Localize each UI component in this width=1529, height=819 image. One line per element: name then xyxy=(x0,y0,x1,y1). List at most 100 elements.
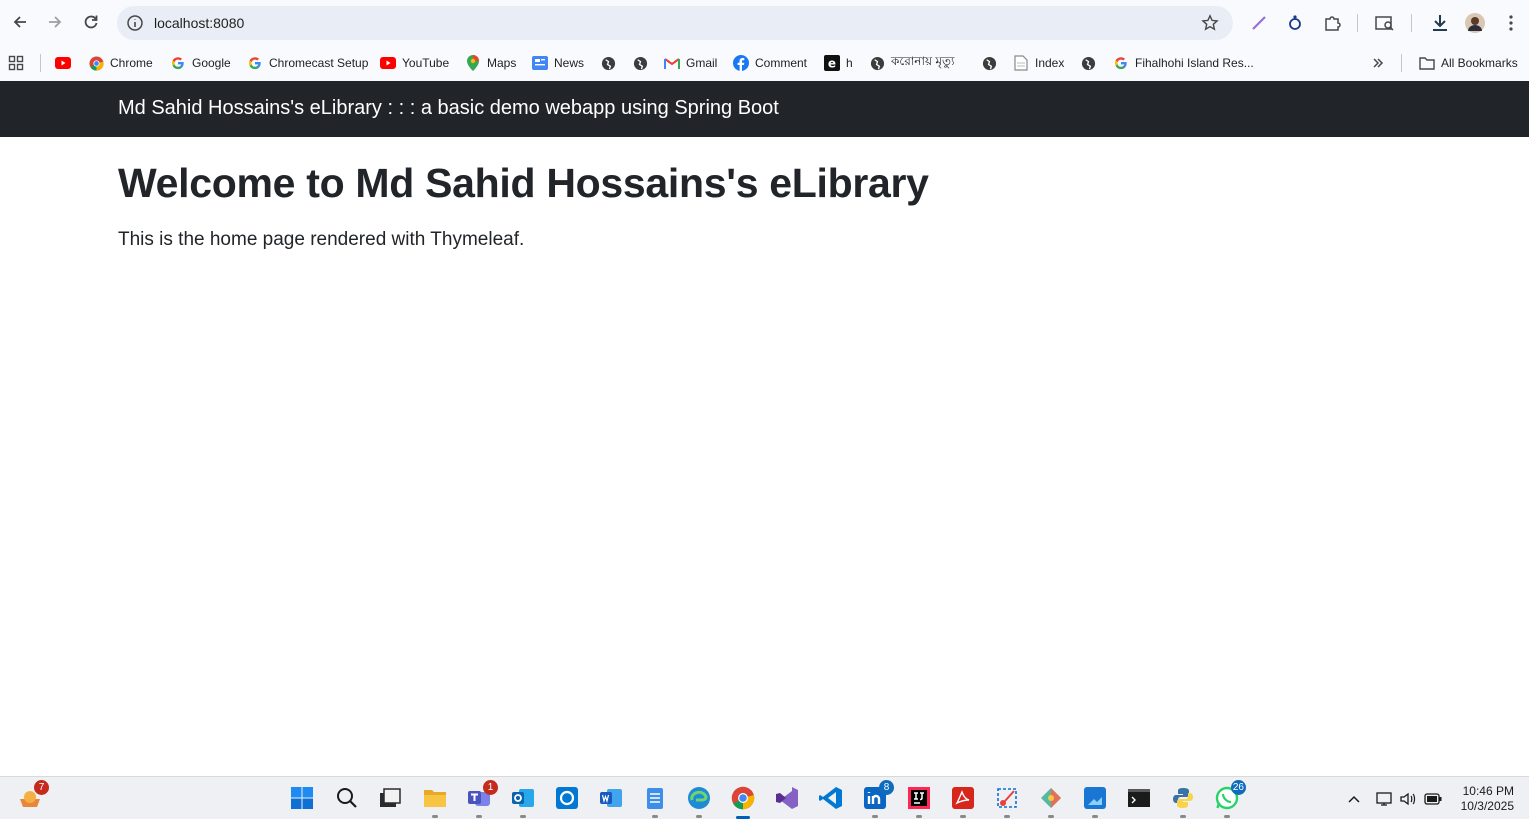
globe-icon xyxy=(869,55,885,71)
task-view-button[interactable] xyxy=(378,786,402,810)
bookmark-label: YouTube xyxy=(402,56,450,70)
accessibility-icon xyxy=(1289,15,1301,30)
network-icon xyxy=(1376,792,1392,806)
show-hidden-icons-button[interactable] xyxy=(1345,790,1363,808)
bookmark-label: Gmail xyxy=(686,56,718,70)
whatsapp-button[interactable]: 26 xyxy=(1215,780,1246,818)
vscode-button[interactable] xyxy=(819,786,843,810)
start-button[interactable] xyxy=(290,786,314,810)
bookmarks-overflow-button[interactable] xyxy=(1371,53,1385,73)
downloads-button[interactable] xyxy=(1429,12,1451,34)
puzzle-icon xyxy=(1325,16,1341,31)
paint-button[interactable] xyxy=(1083,786,1107,818)
reload-button[interactable] xyxy=(80,11,102,33)
globe-icon xyxy=(981,55,997,71)
bookmark-star-icon[interactable] xyxy=(1201,14,1219,32)
bookmark-youtube[interactable]: YouTube xyxy=(380,53,449,73)
whatsapp-badge: 26 xyxy=(1230,780,1246,795)
globe-icon xyxy=(600,55,616,71)
notepad-button[interactable] xyxy=(643,786,667,818)
extensions-button[interactable] xyxy=(1321,12,1343,34)
tab-search-icon xyxy=(1375,16,1394,31)
teams-button[interactable]: 1 xyxy=(467,780,498,818)
chrome-menu-button[interactable] xyxy=(1500,12,1522,34)
tab-search-button[interactable] xyxy=(1374,12,1396,34)
bookmarks-divider xyxy=(40,54,41,72)
bookmark-chromecast-setup[interactable]: Chromecast Setup xyxy=(247,53,368,73)
vscode-icon xyxy=(819,787,842,809)
forward-button[interactable] xyxy=(44,11,66,33)
clock-date: 10/3/2025 xyxy=(1460,799,1514,813)
ai-pen-button[interactable] xyxy=(1248,12,1270,34)
bookmark-youtube-shortcut[interactable] xyxy=(55,53,71,73)
acrobat-button[interactable] xyxy=(951,786,975,818)
site-info-icon[interactable] xyxy=(126,14,144,32)
bookmark-fihalhohi[interactable]: Fihalhohi Island Res... xyxy=(1113,53,1254,73)
bookmark-google[interactable]: Google xyxy=(170,53,231,73)
clock-time: 10:46 PM xyxy=(1462,784,1514,798)
youtube-icon xyxy=(55,55,71,71)
linkedin-badge: 8 xyxy=(879,780,894,795)
python-button[interactable] xyxy=(1171,786,1195,818)
bookmark-index[interactable]: Index xyxy=(1013,53,1064,73)
bookmarks-divider xyxy=(1401,54,1402,72)
bookmark-chrome[interactable]: Chrome xyxy=(88,53,153,73)
profile-button[interactable] xyxy=(1464,12,1486,34)
volume-button[interactable] xyxy=(1399,790,1417,808)
bookmark-globe[interactable] xyxy=(981,53,997,73)
word-icon xyxy=(600,789,622,807)
git-tool-button[interactable] xyxy=(1039,786,1063,818)
bookmark-h[interactable]: e h xyxy=(824,53,853,73)
accessibility-extension-button[interactable] xyxy=(1284,12,1306,34)
bookmark-label: Maps xyxy=(487,56,517,70)
snipping-tool-button[interactable] xyxy=(995,786,1019,818)
avatar xyxy=(1465,13,1485,33)
file-explorer-button[interactable] xyxy=(423,786,447,818)
more-vertical-icon xyxy=(1509,15,1513,31)
terminal-button[interactable] xyxy=(1127,786,1151,810)
intellij-button[interactable] xyxy=(907,786,931,818)
scissors-icon xyxy=(997,788,1017,808)
bookmark-gmail[interactable]: Gmail xyxy=(664,53,717,73)
search-button[interactable] xyxy=(335,786,359,810)
page-title: Welcome to Md Sahid Hossains's eLibrary xyxy=(118,160,929,206)
bookmark-globe[interactable] xyxy=(1080,53,1096,73)
download-icon xyxy=(1433,15,1447,31)
word-button[interactable] xyxy=(599,786,623,810)
bookmark-globe[interactable] xyxy=(632,53,648,73)
visual-studio-icon xyxy=(776,787,798,809)
address-bar[interactable]: localhost:8080 xyxy=(117,6,1233,40)
widgets-button[interactable]: 7 xyxy=(18,780,49,810)
outlook-button[interactable] xyxy=(511,786,535,818)
navbar-brand[interactable]: Md Sahid Hossains's eLibrary : : : a bas… xyxy=(118,97,779,120)
bookmark-corona-deaths[interactable]: করোনায় মৃত্যু xyxy=(869,53,955,73)
chrome-button[interactable] xyxy=(731,786,755,819)
network-button[interactable] xyxy=(1376,790,1394,808)
battery-button[interactable] xyxy=(1424,790,1442,808)
bookmark-label: করোনায় মৃত্যু xyxy=(891,54,955,68)
system-clock[interactable]: 10:46 PM 10/3/2025 xyxy=(1461,784,1514,814)
bookmark-globe[interactable] xyxy=(600,53,616,73)
cortana-button[interactable] xyxy=(555,786,579,810)
chrome-icon xyxy=(731,786,755,810)
terminal-icon xyxy=(1128,789,1150,807)
speaker-icon xyxy=(1400,792,1416,806)
bookmark-maps[interactable]: Maps xyxy=(465,53,516,73)
doc-icon xyxy=(1013,55,1029,71)
page-lead-text: This is the home page rendered with Thym… xyxy=(118,229,525,250)
url-text[interactable]: localhost:8080 xyxy=(154,15,244,31)
apps-button[interactable] xyxy=(8,53,24,73)
google-icon xyxy=(1113,55,1129,71)
folder-icon xyxy=(424,790,446,807)
linkedin-button[interactable]: 8 xyxy=(863,780,894,818)
bookmark-label: Comment xyxy=(755,56,808,70)
visual-studio-button[interactable] xyxy=(775,786,799,810)
acrobat-icon xyxy=(952,787,974,809)
bookmark-comment[interactable]: Comment xyxy=(733,53,807,73)
back-button[interactable] xyxy=(9,11,31,33)
all-bookmarks-button[interactable]: All Bookmarks xyxy=(1419,53,1518,73)
bookmark-news[interactable]: News xyxy=(532,53,584,73)
toolbar-divider xyxy=(1357,14,1358,32)
task-view-icon xyxy=(380,788,401,807)
edge-button[interactable] xyxy=(687,786,711,818)
